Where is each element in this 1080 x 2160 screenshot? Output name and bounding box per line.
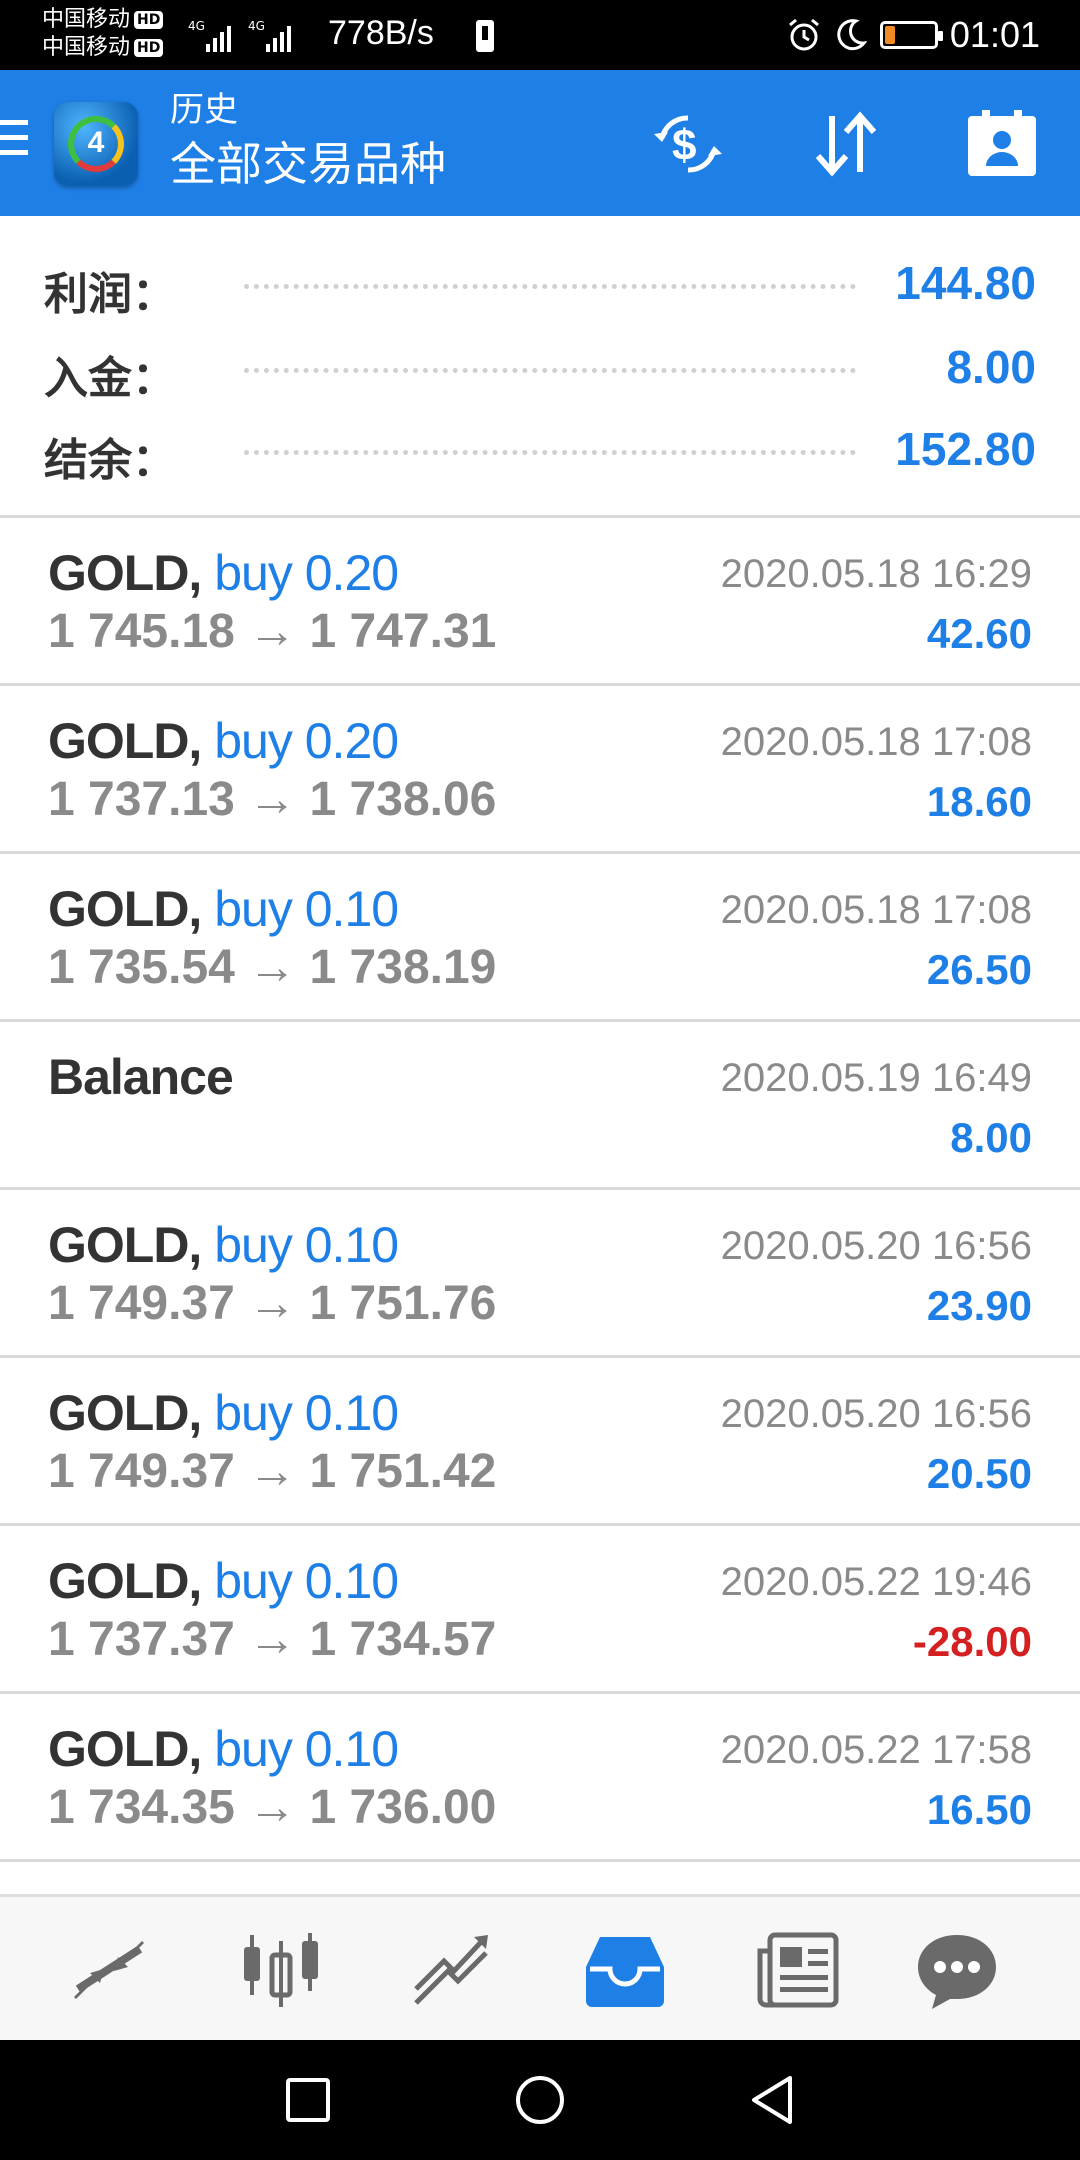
battery-icon [879, 21, 943, 49]
deal-symbol: GOLD, [48, 881, 202, 937]
summary-label: 结余： [44, 435, 176, 486]
deal-profit: 23.90 [926, 1282, 1032, 1329]
hd-badge: HD [134, 39, 164, 57]
page-title: 全部交易品种 [170, 137, 446, 191]
clock: 01:01 [949, 14, 1040, 55]
deal-time: 2020.05.20 16:56 [720, 1224, 1032, 1268]
deal-time: 2020.05.20 16:56 [720, 1392, 1032, 1436]
deal-symbol: GOLD, [48, 1721, 202, 1777]
deal-profit: 16.50 [926, 1786, 1032, 1833]
summary-profit-row: 利润： 144.80 [44, 244, 1036, 324]
svg-text:4G: 4G [248, 19, 265, 33]
deal-action: buy 0.20 [214, 545, 399, 601]
summary-value: 144.80 [895, 257, 1036, 309]
summary-label: 利润： [44, 269, 176, 320]
deal-time: 2020.05.18 16:29 [720, 552, 1032, 596]
carrier-info: 中国移动 HD 中国移动 HD [42, 6, 164, 62]
title-block[interactable]: 历史 全部交易品种 [170, 88, 446, 196]
deal-symbol: Balance [48, 1049, 234, 1105]
summary-balance-row: 结余： 152.80 [44, 410, 1036, 490]
deal-prices: 1 734.35 → 1 736.00 [48, 1781, 497, 1834]
list-item[interactable]: GOLD, buy 0.10 1 734.35 → 1 736.00 2020.… [0, 1694, 1080, 1862]
deal-profit: 42.60 [926, 610, 1032, 657]
dotted-leader [244, 450, 856, 455]
deal-prices: 1 737.37 → 1 734.57 [48, 1613, 497, 1666]
svg-text:4G: 4G [188, 19, 205, 33]
list-item[interactable]: GOLD, buy 0.10 1 749.37 → 1 751.42 2020.… [0, 1358, 1080, 1526]
deal-profit: 26.50 [926, 946, 1032, 993]
deal-time: 2020.05.22 19:46 [720, 1560, 1032, 1604]
currency-exchange-icon[interactable]: $ [648, 108, 728, 180]
summary-panel: 利润： 144.80 入金： 8.00 结余： 152.80 [0, 216, 1080, 518]
deal-symbol: GOLD, [48, 713, 202, 769]
deals-list: GOLD, buy 0.20 1 745.18 → 1 747.31 2020.… [0, 518, 1080, 1862]
deal-prices: 1 749.37 → 1 751.76 [48, 1277, 497, 1330]
sort-icon[interactable] [806, 108, 886, 180]
news-icon[interactable] [752, 1927, 842, 2013]
network-speed: 778B/s [328, 14, 434, 52]
deal-prices: 1 745.18 → 1 747.31 [48, 605, 497, 658]
svg-text:$: $ [672, 121, 696, 170]
deal-profit: -28.00 [912, 1618, 1032, 1665]
deal-symbol: GOLD, [48, 545, 202, 601]
list-item[interactable]: GOLD, buy 0.10 1 749.37 → 1 751.76 2020.… [0, 1190, 1080, 1358]
deal-prices: 1 749.37 → 1 751.42 [48, 1445, 497, 1498]
recents-square-icon[interactable] [278, 2070, 338, 2130]
list-item[interactable]: GOLD, buy 0.10 1 735.54 → 1 738.19 2020.… [0, 854, 1080, 1022]
quotes-icon[interactable] [64, 1927, 154, 2013]
home-circle-icon[interactable] [510, 2070, 570, 2130]
deal-action: buy 0.10 [214, 1217, 399, 1273]
deal-action: buy 0.10 [214, 1553, 399, 1609]
deal-symbol: GOLD, [48, 1553, 202, 1609]
signal-icon: 4G 4G [188, 19, 291, 52]
list-item[interactable]: GOLD, buy 0.20 1 737.13 → 1 738.06 2020.… [0, 686, 1080, 854]
list-item[interactable]: GOLD, buy 0.20 1 745.18 → 1 747.31 2020.… [0, 518, 1080, 686]
chart-icon[interactable] [236, 1927, 326, 2013]
bottom-nav [0, 1894, 1080, 2040]
back-triangle-icon[interactable] [742, 2070, 802, 2130]
app-logo[interactable]: 4 [54, 102, 138, 186]
deal-action: buy 0.10 [214, 1385, 399, 1441]
summary-label: 入金： [44, 353, 176, 404]
app-bar: 4 历史 全部交易品种 $ [0, 70, 1080, 216]
status-bar: 中国移动 HD 中国移动 HD 4G 4G 778B/s 01:01 [0, 0, 1080, 70]
hd-badge: HD [134, 11, 164, 29]
deal-action: buy 0.10 [214, 1721, 399, 1777]
trade-icon[interactable] [408, 1927, 498, 2013]
dotted-leader [244, 284, 856, 289]
list-item[interactable]: Balance 2020.05.19 16:49 8.00 [0, 1022, 1080, 1190]
chat-icon[interactable] [912, 1927, 1002, 2013]
deal-prices: 1 737.13 → 1 738.06 [48, 773, 497, 826]
deal-time: 2020.05.18 17:08 [720, 888, 1032, 932]
contact-icon[interactable] [962, 108, 1042, 180]
deal-time: 2020.05.18 17:08 [720, 720, 1032, 764]
deal-symbol: GOLD, [48, 1385, 202, 1441]
deal-symbol: GOLD, [48, 1217, 202, 1273]
page-subtitle: 历史 [170, 90, 238, 130]
deal-action: buy 0.20 [214, 713, 399, 769]
deal-time: 2020.05.22 17:58 [720, 1728, 1032, 1772]
usb-icon [476, 20, 494, 52]
alarm-icon [788, 18, 819, 51]
carrier-2: 中国移动 [42, 35, 131, 60]
deal-time: 2020.05.19 16:49 [720, 1056, 1032, 1100]
system-nav-bar [0, 2040, 1080, 2160]
moon-icon [837, 19, 868, 51]
list-item[interactable]: GOLD, buy 0.10 1 737.37 → 1 734.57 2020.… [0, 1526, 1080, 1694]
deal-profit: 18.60 [926, 778, 1032, 825]
summary-value: 8.00 [946, 341, 1036, 393]
deal-prices: 1 735.54 → 1 738.19 [48, 941, 497, 994]
summary-deposit-row: 入金： 8.00 [44, 328, 1036, 408]
carrier-1: 中国移动 [42, 7, 131, 32]
deal-profit: 8.00 [950, 1114, 1032, 1161]
deal-action: buy 0.10 [214, 881, 399, 937]
dotted-leader [244, 368, 856, 373]
history-icon[interactable] [580, 1927, 670, 2013]
menu-icon[interactable] [0, 120, 28, 166]
deal-profit: 20.50 [926, 1450, 1032, 1497]
summary-value: 152.80 [895, 423, 1036, 475]
